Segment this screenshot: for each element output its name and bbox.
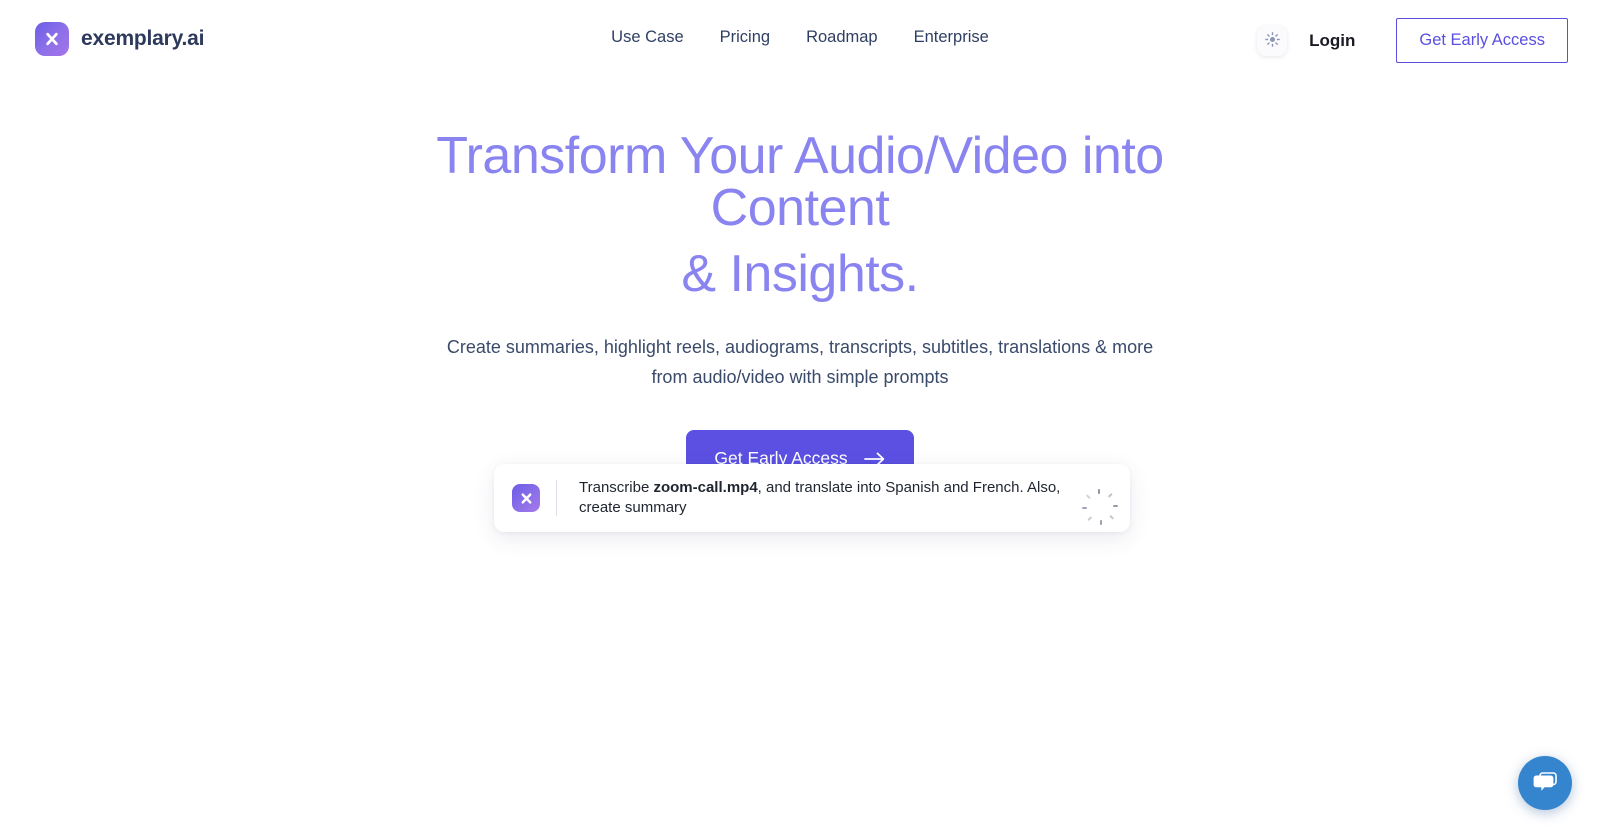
nav-item-enterprise[interactable]: Enterprise <box>914 28 989 47</box>
nav-item-pricing[interactable]: Pricing <box>720 28 770 47</box>
prompt-demo-card: Transcribe zoom-call.mp4, and translate … <box>494 464 1130 532</box>
header-get-early-access-button[interactable]: Get Early Access <box>1396 18 1568 63</box>
login-link[interactable]: Login <box>1309 31 1355 51</box>
hero-subtitle: Create summaries, highlight reels, audio… <box>446 337 1154 387</box>
prompt-filename: zoom-call.mp4 <box>653 478 758 496</box>
theme-toggle-button[interactable] <box>1257 25 1288 56</box>
site-header: exemplary.ai Use Case Pricing Roadmap En… <box>0 0 1600 82</box>
chat-widget-button[interactable] <box>1518 756 1572 810</box>
nav-item-use-case[interactable]: Use Case <box>611 28 683 47</box>
hero-title-line-1: Transform Your Audio/Video into Content <box>436 127 1164 237</box>
prompt-text-before: Transcribe <box>579 478 654 496</box>
loading-spinner-icon <box>1082 489 1118 525</box>
hero-section: Transform Your Audio/Video into Content … <box>0 130 1600 488</box>
chat-bubbles-icon <box>1531 769 1559 798</box>
hero-title-line-2: & Insights. <box>681 245 919 303</box>
x-logo-icon <box>512 484 540 512</box>
hero-title: Transform Your Audio/Video into Content … <box>395 130 1205 300</box>
card-divider <box>556 480 557 516</box>
prompt-text: Transcribe zoom-call.mp4, and translate … <box>579 478 1080 519</box>
sun-icon <box>1264 31 1281 51</box>
header-actions: Login Get Early Access <box>1257 18 1568 63</box>
page-root: exemplary.ai Use Case Pricing Roadmap En… <box>0 0 1600 834</box>
nav-item-roadmap[interactable]: Roadmap <box>806 28 878 47</box>
